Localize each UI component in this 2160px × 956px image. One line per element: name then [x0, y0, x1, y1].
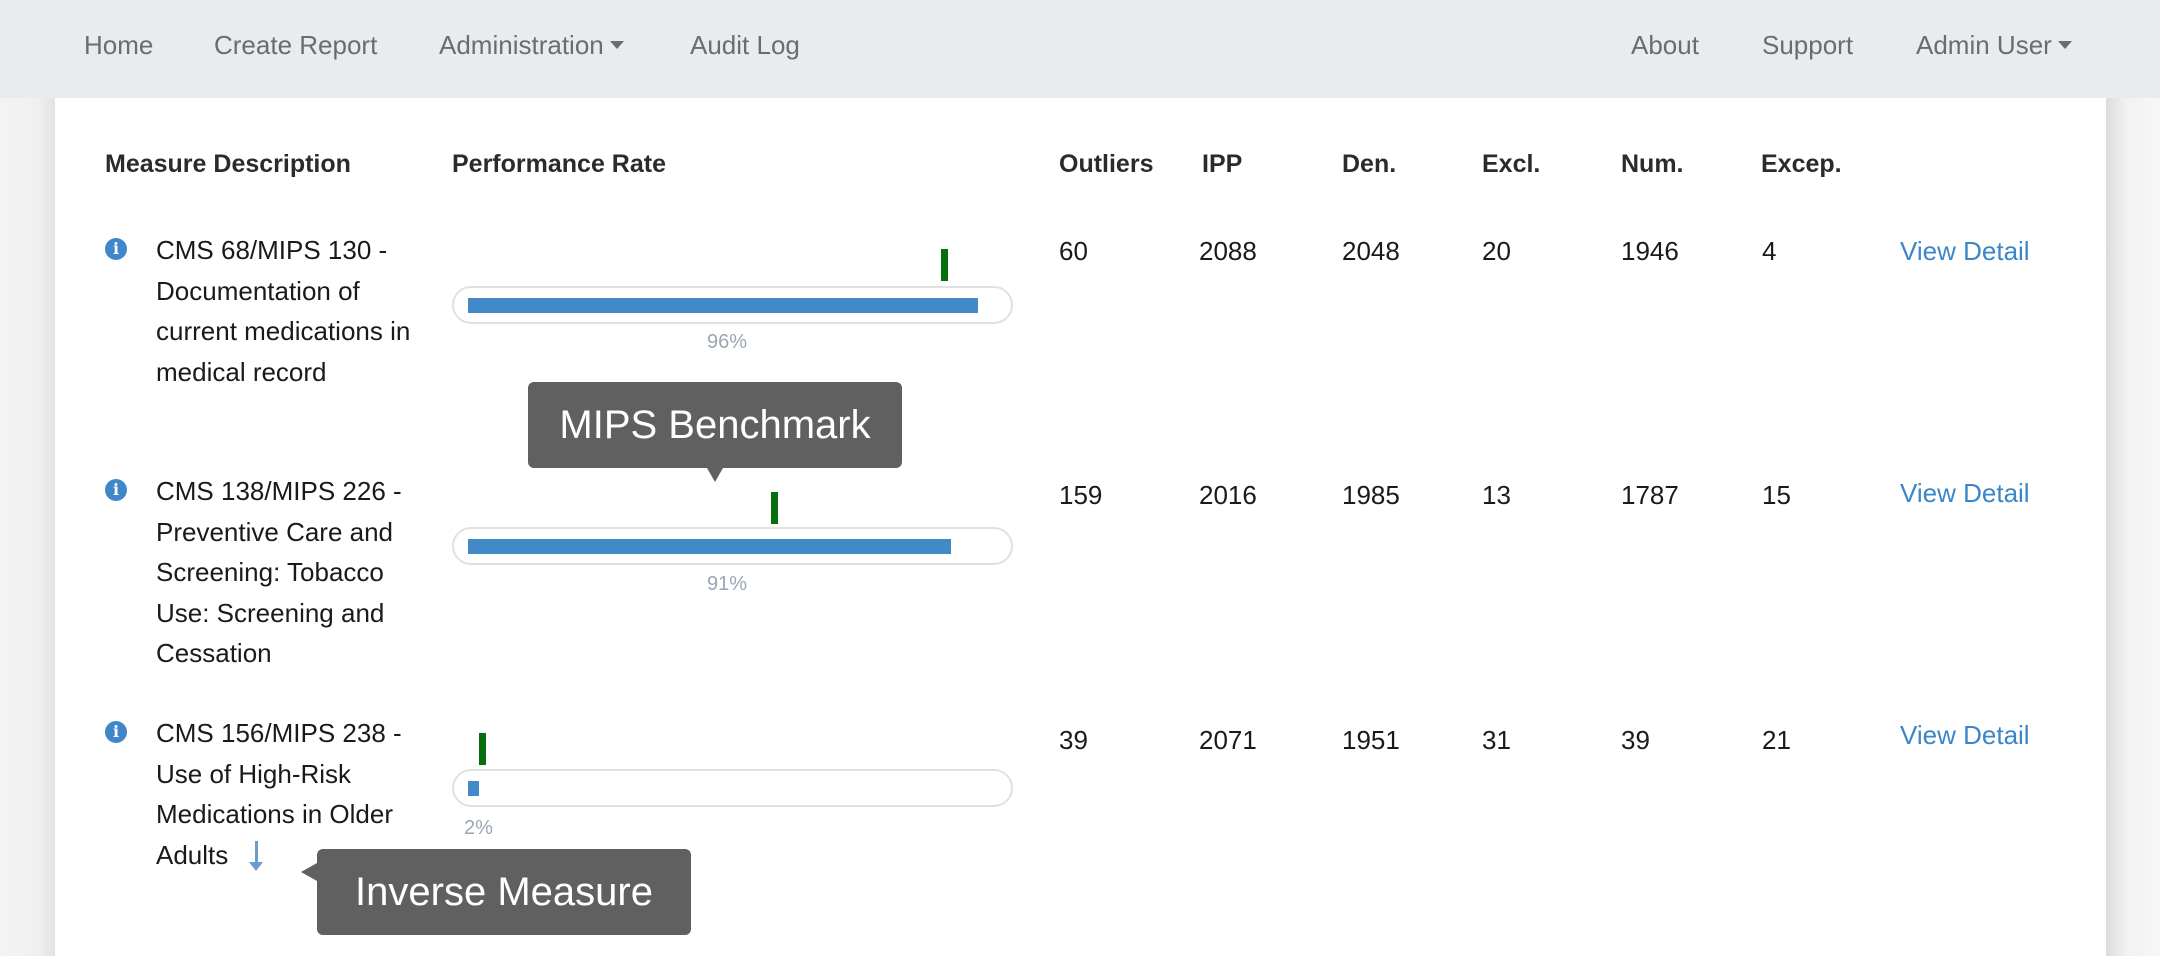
header-ipp: IPP [1202, 150, 1243, 178]
inverse-measure-tooltip: Inverse Measure [301, 849, 691, 935]
header-num: Num. [1621, 150, 1684, 178]
measure-description: CMS 68/MIPS 130 - Documentation of curre… [156, 235, 411, 387]
nav-home[interactable]: Home [84, 30, 153, 61]
excl-value: 20 [1482, 236, 1511, 266]
view-detail-link[interactable]: View Detail [1900, 720, 2030, 751]
header-excl: Excl. [1482, 150, 1541, 178]
nav-administration-label: Administration [439, 30, 604, 60]
benchmark-tooltip: MIPS Benchmark [528, 382, 902, 482]
ipp-value: 2016 [1199, 480, 1257, 510]
excep-value: 21 [1762, 725, 1791, 755]
performance-bar-track [452, 527, 1013, 565]
excep-value: 15 [1762, 480, 1791, 510]
inverse-measure-arrow-icon[interactable] [249, 841, 263, 871]
header-excep: Excep. [1761, 150, 1842, 178]
num-value: 1946 [1621, 236, 1679, 266]
header-outliers: Outliers [1059, 150, 1154, 178]
den-value: 2048 [1342, 236, 1400, 266]
outliers-value: 159 [1059, 480, 1103, 510]
performance-bar-track [452, 286, 1013, 324]
nav-audit-log[interactable]: Audit Log [690, 30, 800, 61]
den-value: 1951 [1342, 725, 1400, 755]
outliers-value: 60 [1059, 236, 1088, 266]
outliers-value: 39 [1059, 725, 1088, 755]
info-icon[interactable]: i [105, 721, 127, 743]
performance-bar-track [452, 769, 1013, 807]
performance-rate-label: 96% [707, 331, 748, 353]
info-icon[interactable]: i [105, 238, 127, 260]
measure-description: CMS 138/MIPS 226 - Preventive Care and S… [156, 476, 402, 668]
ipp-value: 2088 [1199, 236, 1257, 266]
benchmark-marker[interactable] [940, 249, 948, 281]
excl-value: 13 [1482, 480, 1511, 510]
header-performance-rate: Performance Rate [452, 150, 666, 178]
num-value: 39 [1621, 725, 1650, 755]
performance-bar-fill [468, 781, 479, 796]
caret-down-icon [609, 41, 624, 49]
nav-administration[interactable]: Administration [439, 30, 624, 61]
performance-rate-label: 2% [464, 817, 493, 839]
nav-create-report[interactable]: Create Report [214, 30, 377, 61]
page-background-left [0, 98, 55, 956]
top-navbar: Home Create Report Administration Audit … [0, 0, 2160, 98]
performance-bar-fill [468, 298, 978, 313]
num-value: 1787 [1621, 480, 1679, 510]
benchmark-marker[interactable] [770, 492, 778, 524]
performance-rate-label: 91% [707, 573, 748, 595]
view-detail-link[interactable]: View Detail [1900, 236, 2030, 267]
ipp-value: 2071 [1199, 725, 1257, 755]
page-background-right [2106, 98, 2160, 956]
excep-value: 4 [1762, 236, 1777, 266]
caret-down-icon [2057, 41, 2072, 49]
nav-support[interactable]: Support [1762, 30, 1853, 61]
nav-user-label: Admin User [1916, 30, 2052, 60]
nav-user-menu[interactable]: Admin User [1916, 30, 2072, 61]
view-detail-link[interactable]: View Detail [1900, 478, 2030, 509]
performance-bar-fill [468, 539, 952, 554]
header-den: Den. [1342, 150, 1397, 178]
info-icon[interactable]: i [105, 479, 127, 501]
header-measure-description: Measure Description [105, 150, 351, 178]
benchmark-marker[interactable] [478, 733, 486, 765]
excl-value: 31 [1482, 725, 1511, 755]
nav-about[interactable]: About [1631, 30, 1699, 61]
den-value: 1985 [1342, 480, 1400, 510]
